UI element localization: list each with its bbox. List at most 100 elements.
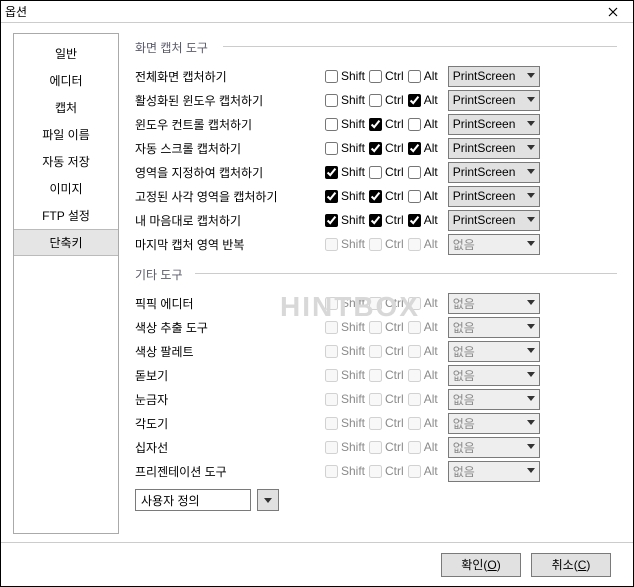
chevron-down-icon [527, 169, 535, 174]
alt-checkbox[interactable]: Alt [408, 93, 438, 107]
alt-checkbox-input[interactable] [408, 70, 421, 83]
key-select[interactable]: PrintScreen [448, 114, 540, 135]
shift-checkbox[interactable]: Shift [325, 213, 365, 227]
shift-checkbox-input[interactable] [325, 142, 338, 155]
ctrl-checkbox-input[interactable] [369, 142, 382, 155]
alt-checkbox[interactable]: Alt [408, 213, 438, 227]
custom-dropdown-button[interactable] [257, 489, 279, 511]
alt-label: Alt [424, 440, 438, 454]
key-select[interactable]: 없음 [448, 341, 540, 362]
modifier-group: ShiftCtrlAlt [325, 296, 438, 310]
ctrl-checkbox[interactable]: Ctrl [369, 189, 404, 203]
ctrl-checkbox[interactable]: Ctrl [369, 141, 404, 155]
shift-checkbox-input[interactable] [325, 166, 338, 179]
key-select[interactable]: PrintScreen [448, 186, 540, 207]
ctrl-checkbox[interactable]: Ctrl [369, 213, 404, 227]
sidebar-item-7[interactable]: 단축키 [14, 229, 118, 256]
alt-checkbox-input [408, 369, 421, 382]
sidebar-item-4[interactable]: 자동 저장 [14, 148, 118, 175]
alt-checkbox-input[interactable] [408, 166, 421, 179]
sidebar-item-3[interactable]: 파일 이름 [14, 121, 118, 148]
ctrl-label: Ctrl [385, 344, 404, 358]
key-select[interactable]: PrintScreen [448, 162, 540, 183]
sidebar-item-2[interactable]: 캡처 [14, 94, 118, 121]
ctrl-checkbox[interactable]: Ctrl [369, 93, 404, 107]
alt-checkbox-input[interactable] [408, 214, 421, 227]
ctrl-checkbox-input[interactable] [369, 70, 382, 83]
ok-button[interactable]: 확인(O) [441, 553, 521, 577]
ctrl-checkbox-input[interactable] [369, 214, 382, 227]
ctrl-checkbox-input [369, 297, 382, 310]
alt-checkbox[interactable]: Alt [408, 141, 438, 155]
key-select[interactable]: PrintScreen [448, 66, 540, 87]
alt-checkbox[interactable]: Alt [408, 117, 438, 131]
shift-checkbox-input[interactable] [325, 214, 338, 227]
shift-checkbox: Shift [325, 392, 365, 406]
ctrl-label: Ctrl [385, 93, 404, 107]
sidebar-item-0[interactable]: 일반 [14, 40, 118, 67]
capture-rows: 전체화면 캡처하기ShiftCtrlAltPrintScreen활성화된 윈도우… [129, 64, 621, 256]
shift-checkbox[interactable]: Shift [325, 165, 365, 179]
alt-checkbox-input[interactable] [408, 118, 421, 131]
key-select[interactable]: PrintScreen [448, 210, 540, 231]
row-label: 프리젠테이션 도구 [135, 463, 325, 480]
shift-checkbox[interactable]: Shift [325, 93, 365, 107]
sidebar-item-6[interactable]: FTP 설정 [14, 202, 118, 229]
alt-checkbox-input[interactable] [408, 190, 421, 203]
key-select[interactable]: 없음 [448, 234, 540, 255]
key-select[interactable]: 없음 [448, 365, 540, 386]
ctrl-checkbox[interactable]: Ctrl [369, 69, 404, 83]
key-select[interactable]: 없음 [448, 437, 540, 458]
chevron-down-icon [527, 372, 535, 377]
shift-checkbox-input [325, 345, 338, 358]
chevron-down-icon [527, 73, 535, 78]
ctrl-checkbox-input [369, 417, 382, 430]
key-select[interactable]: 없음 [448, 413, 540, 434]
chevron-down-icon [527, 193, 535, 198]
ctrl-checkbox-input[interactable] [369, 166, 382, 179]
key-select-value: PrintScreen [453, 117, 516, 131]
sidebar-item-1[interactable]: 에디터 [14, 67, 118, 94]
key-select[interactable]: 없음 [448, 317, 540, 338]
chevron-down-icon [527, 217, 535, 222]
ctrl-checkbox-input[interactable] [369, 94, 382, 107]
sidebar-item-5[interactable]: 이미지 [14, 175, 118, 202]
ctrl-checkbox[interactable]: Ctrl [369, 165, 404, 179]
shift-checkbox[interactable]: Shift [325, 117, 365, 131]
ctrl-checkbox-input[interactable] [369, 118, 382, 131]
close-button[interactable] [593, 1, 633, 23]
key-select[interactable]: 없음 [448, 293, 540, 314]
shift-checkbox-input[interactable] [325, 118, 338, 131]
key-select[interactable]: 없음 [448, 461, 540, 482]
shift-checkbox-input[interactable] [325, 94, 338, 107]
alt-checkbox[interactable]: Alt [408, 165, 438, 179]
shift-checkbox-input[interactable] [325, 190, 338, 203]
key-select[interactable]: 없음 [448, 389, 540, 410]
cancel-button[interactable]: 취소(C) [531, 553, 611, 577]
shift-checkbox[interactable]: Shift [325, 189, 365, 203]
alt-checkbox[interactable]: Alt [408, 69, 438, 83]
alt-checkbox: Alt [408, 237, 438, 251]
alt-checkbox-input [408, 441, 421, 454]
ctrl-label: Ctrl [385, 189, 404, 203]
capture-row-1: 활성화된 윈도우 캡처하기ShiftCtrlAltPrintScreen [135, 88, 621, 112]
key-select[interactable]: PrintScreen [448, 138, 540, 159]
shift-checkbox[interactable]: Shift [325, 69, 365, 83]
shift-checkbox: Shift [325, 344, 365, 358]
modifier-group: ShiftCtrlAlt [325, 440, 438, 454]
shift-checkbox-input[interactable] [325, 70, 338, 83]
ctrl-checkbox[interactable]: Ctrl [369, 117, 404, 131]
other-row-1: 색상 추출 도구ShiftCtrlAlt없음 [135, 315, 621, 339]
ctrl-label: Ctrl [385, 320, 404, 334]
alt-label: Alt [424, 165, 438, 179]
shift-checkbox[interactable]: Shift [325, 141, 365, 155]
alt-checkbox-input[interactable] [408, 142, 421, 155]
ctrl-checkbox: Ctrl [369, 392, 404, 406]
ctrl-checkbox-input[interactable] [369, 190, 382, 203]
modifier-group: Shift Ctrl Alt [325, 141, 438, 155]
ctrl-checkbox-input [369, 441, 382, 454]
custom-input[interactable]: 사용자 정의 [135, 489, 251, 511]
key-select[interactable]: PrintScreen [448, 90, 540, 111]
alt-checkbox-input[interactable] [408, 94, 421, 107]
alt-checkbox[interactable]: Alt [408, 189, 438, 203]
